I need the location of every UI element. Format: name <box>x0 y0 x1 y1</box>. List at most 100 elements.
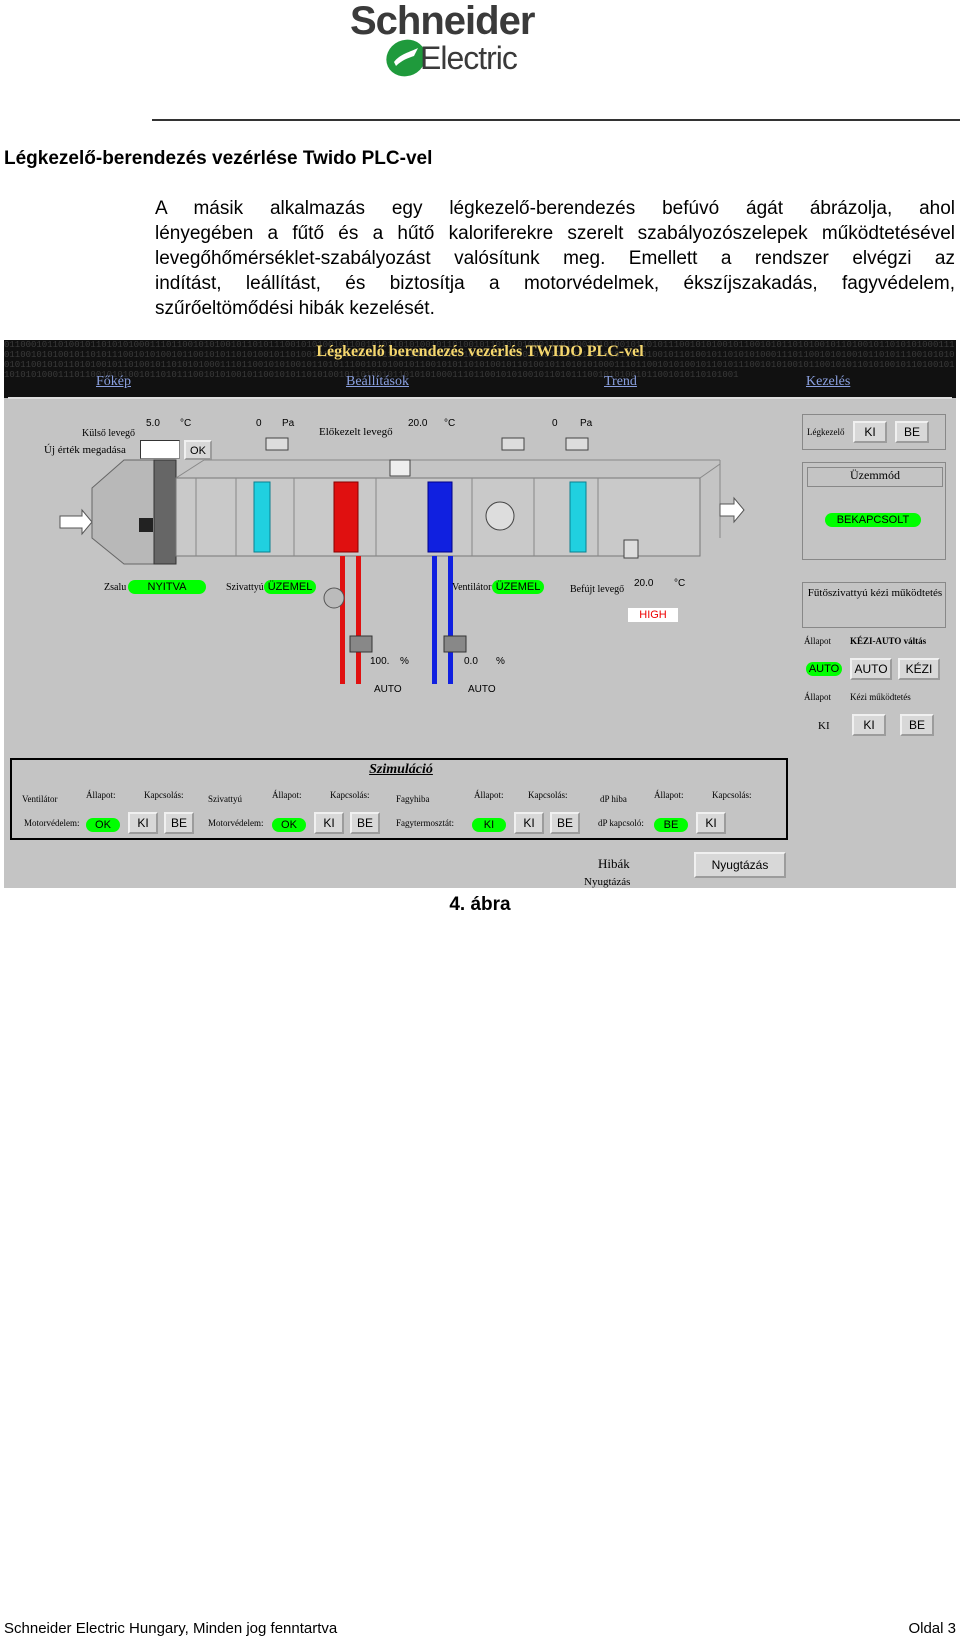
heat-pump <box>323 587 345 609</box>
heat-pipe-2 <box>356 556 361 684</box>
acknowledge-button[interactable]: Nyugtázás <box>694 852 786 878</box>
sim-state: Állapot: <box>474 790 504 800</box>
manual-off-button[interactable]: KI <box>852 714 886 736</box>
inlet-hood <box>91 459 155 565</box>
cool-valve-mode: AUTO <box>468 684 496 695</box>
sim-motor-label: Motorvédelem: <box>24 818 80 828</box>
sim-fan-motor-state: OK <box>86 818 120 832</box>
inlet-arrow <box>59 508 93 536</box>
logo-word-schneider: Schneider <box>350 0 535 43</box>
mode-panel: Üzemmód BEKAPCSOLT <box>802 462 946 560</box>
state-label-2: Állapot <box>804 692 831 702</box>
unit-label: Légkezelő <box>807 427 845 437</box>
heat-valve-unit: % <box>400 656 409 667</box>
pump-manual-title: Fűtőszivattyú kézi működtetés <box>807 587 943 599</box>
auto-state: AUTO <box>806 662 842 676</box>
damper-actuator <box>139 518 153 532</box>
heat-valve-mode: AUTO <box>374 684 402 695</box>
unit-on-button[interactable]: BE <box>895 421 929 443</box>
cool-pipe-2 <box>448 556 453 684</box>
pump-label: Szivattyú <box>226 582 264 593</box>
filter-1 <box>253 481 271 553</box>
kezi-button[interactable]: KÉZI <box>898 658 940 680</box>
errors-sublabel: Nyugtázás <box>584 876 631 888</box>
fan-label: Ventilátor <box>452 582 492 593</box>
paragraph-line: indítást, leállítást, és biztosítja a mo… <box>155 273 955 294</box>
mode-title: Üzemmód <box>807 467 943 487</box>
heat-valve-value: 100. <box>370 656 390 667</box>
fan <box>485 501 515 531</box>
paragraph-line: szűrőeltömődési hibák kezelését. <box>155 298 435 319</box>
pump-status: ÜZEMEL <box>264 580 316 594</box>
body-paragraph: A másik alkalmazás egy légkezelő-berende… <box>155 196 955 321</box>
hmi-title: Légkezelő berendezés vezérlés TWIDO PLC-… <box>316 343 644 360</box>
errors-label: Hibák <box>598 856 630 871</box>
heat-pipe-1 <box>340 556 345 684</box>
ki-state: KI <box>818 720 830 732</box>
sim-fan-off[interactable]: KI <box>128 812 158 834</box>
auto-button[interactable]: AUTO <box>850 658 892 680</box>
sim-dp-off[interactable]: KI <box>696 812 726 834</box>
hmi-header: 0110001011010010110101010001110110010101… <box>4 340 956 398</box>
nav-beallitasok[interactable]: Beállítások <box>346 374 409 390</box>
nav-fokep[interactable]: Főkép <box>96 374 131 390</box>
sim-pump-on[interactable]: BE <box>350 812 380 834</box>
sim-motor-label: Motorvédelem: <box>208 818 264 828</box>
cooling-coil <box>427 481 453 553</box>
heat-valve <box>349 635 373 653</box>
footer-page-number: Oldal 3 <box>908 1620 956 1637</box>
dp-sensor-1 <box>265 437 289 451</box>
document-title: Légkezelő-berendezés vezérlése Twido PLC… <box>4 148 433 169</box>
cool-valve <box>443 635 467 653</box>
paragraph-line: levegőhőmérséklet-szabályozást valósítun… <box>155 248 955 269</box>
mode-status: BEKAPCSOLT <box>825 513 921 527</box>
pump-manual-panel: Fűtőszivattyú kézi működtetés <box>802 582 946 628</box>
cool-valve-unit: % <box>496 656 505 667</box>
paragraph-line: A másik alkalmazás egy légkezelő-berende… <box>155 198 955 219</box>
sim-switch: Kapcsolás: <box>712 790 752 800</box>
sim-dp: dP hiba <box>600 794 627 804</box>
sim-frost-off[interactable]: KI <box>514 812 544 834</box>
sim-frost: Fagyhiba <box>396 794 430 804</box>
sim-pump-off[interactable]: KI <box>314 812 344 834</box>
simulation-title: Szimuláció <box>369 762 433 777</box>
sim-frost-on[interactable]: BE <box>550 812 580 834</box>
supply-air-unit: °C <box>674 578 686 589</box>
sim-fan: Ventilátor <box>22 794 58 804</box>
outlet-arrow <box>719 496 745 524</box>
sim-switch: Kapcsolás: <box>330 790 370 800</box>
sim-frost-label: Fagytermosztát: <box>396 818 454 828</box>
sim-frost-state: KI <box>472 818 506 832</box>
sim-state: Állapot: <box>272 790 302 800</box>
sim-switch: Kapcsolás: <box>144 790 184 800</box>
heating-coil <box>333 481 359 553</box>
footer-copyright: Schneider Electric Hungary, Minden jog f… <box>4 1620 338 1637</box>
sim-state: Állapot: <box>86 790 116 800</box>
unit-off-button[interactable]: KI <box>853 421 887 443</box>
simulation-panel: Szimuláció Ventilátor Állapot: Kapcsolás… <box>10 758 788 840</box>
header-rule <box>152 119 960 121</box>
nav-kezeles[interactable]: Kezelés <box>806 374 850 390</box>
damper <box>153 459 177 565</box>
sim-fan-on[interactable]: BE <box>164 812 194 834</box>
logo-word-electric: Electric <box>420 40 518 76</box>
damper-status: NYITVA <box>128 580 206 594</box>
damper-label: Zsalu <box>104 582 127 593</box>
switch-label: KÉZI-AUTO váltás <box>850 636 927 646</box>
alarm-indicator: HIGH <box>628 608 678 622</box>
manual-op-label: Kézi működtetés <box>850 692 911 702</box>
fan-status: ÜZEMEL <box>492 580 544 594</box>
filter-2 <box>569 481 587 553</box>
supply-sensor <box>623 539 639 559</box>
dp-sensor-3 <box>565 437 589 451</box>
sim-pump-motor-state: OK <box>272 818 306 832</box>
temp-sensor <box>389 459 411 477</box>
sim-switch: Kapcsolás: <box>528 790 568 800</box>
sim-pump: Szivattyú <box>208 794 242 804</box>
manual-on-button[interactable]: BE <box>900 714 934 736</box>
nav-trend[interactable]: Trend <box>604 374 637 390</box>
sim-state: Állapot: <box>654 790 684 800</box>
supply-air-label: Befújt levegő <box>570 584 625 595</box>
schneider-logo: Schneider Electric <box>350 0 570 92</box>
figure-caption: 4. ábra <box>449 894 511 915</box>
